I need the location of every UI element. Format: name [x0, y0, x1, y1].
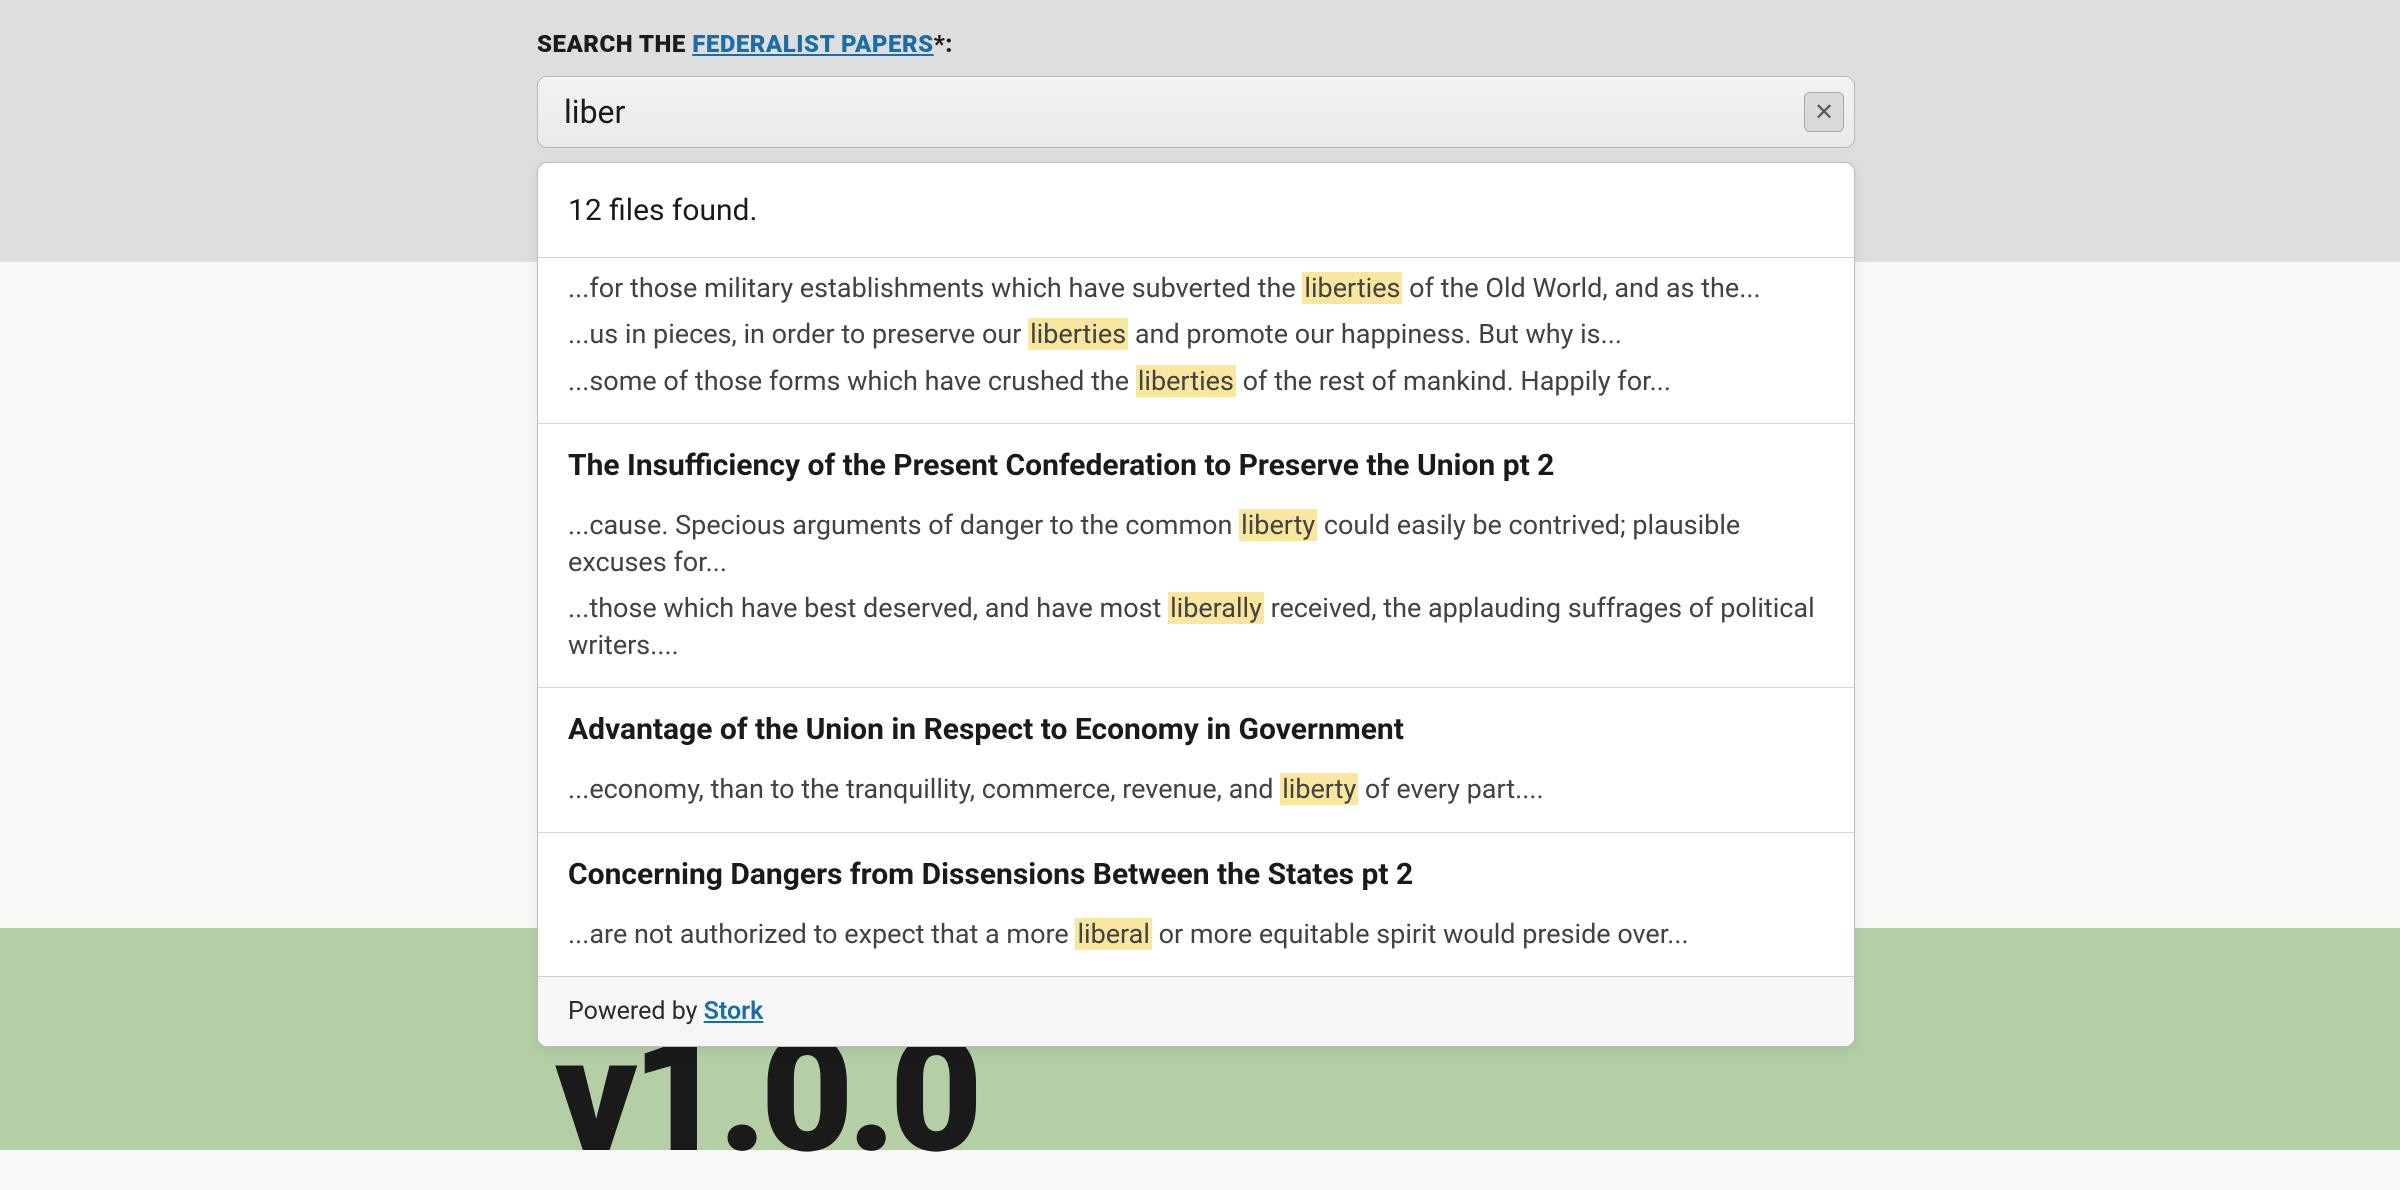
federalist-papers-link[interactable]: FEDERALIST PAPERS	[692, 30, 933, 58]
excerpt-before: ...are not authorized to expect that a m…	[568, 918, 1075, 950]
results-list: ...for those military establishments whi…	[538, 258, 1854, 976]
result-title: The Insufficiency of the Present Confede…	[568, 448, 1824, 483]
clear-button[interactable]: ✕	[1804, 92, 1844, 132]
search-label-prefix: SEARCH THE	[537, 30, 692, 58]
excerpt-highlight: liberty	[1280, 773, 1358, 805]
search-input-wrapper: ✕	[537, 76, 1855, 148]
excerpt-after: of the Old World, and as the...	[1402, 272, 1760, 304]
result-item[interactable]: Concerning Dangers from Dissensions Betw…	[538, 833, 1854, 976]
footer-prefix: Powered by	[568, 997, 704, 1026]
stork-link[interactable]: Stork	[704, 997, 764, 1026]
excerpt-highlight: liberties	[1302, 272, 1402, 304]
excerpt-after: of the rest of mankind. Happily for...	[1236, 365, 1671, 397]
result-excerpt: ...economy, than to the tranquillity, co…	[568, 771, 1824, 807]
excerpt-after: and promote our happiness. But why is...	[1128, 318, 1622, 350]
result-title: Concerning Dangers from Dissensions Betw…	[568, 857, 1824, 892]
results-count-header: 12 files found.	[538, 163, 1854, 258]
search-label-suffix: *:	[934, 30, 953, 58]
result-excerpt: ...are not authorized to expect that a m…	[568, 916, 1824, 952]
excerpt-before: ...for those military establishments whi…	[568, 272, 1302, 304]
result-excerpt: ...those which have best deserved, and h…	[568, 590, 1824, 663]
excerpt-highlight: liberally	[1168, 592, 1264, 624]
close-icon: ✕	[1814, 98, 1834, 126]
excerpt-before: ...economy, than to the tranquillity, co…	[568, 773, 1280, 805]
excerpt-before: ...those which have best deserved, and h…	[568, 592, 1168, 624]
result-excerpt: ...us in pieces, in order to preserve ou…	[568, 316, 1824, 352]
excerpt-highlight: liberal	[1075, 918, 1151, 950]
result-excerpt: ...some of those forms which have crushe…	[568, 363, 1824, 399]
result-title: Advantage of the Union in Respect to Eco…	[568, 712, 1824, 747]
search-container: SEARCH THE FEDERALIST PAPERS*: ✕ 12 file…	[537, 30, 1855, 1047]
excerpt-before: ...some of those forms which have crushe…	[568, 365, 1136, 397]
result-excerpt: ...for those military establishments whi…	[568, 270, 1824, 306]
excerpt-highlight: liberties	[1136, 365, 1236, 397]
result-excerpt: ...cause. Specious arguments of danger t…	[568, 507, 1824, 580]
result-item[interactable]: The Insufficiency of the Present Confede…	[538, 424, 1854, 688]
excerpt-before: ...us in pieces, in order to preserve ou…	[568, 318, 1028, 350]
result-item[interactable]: ...for those military establishments whi…	[538, 258, 1854, 424]
excerpt-after: or more equitable spirit would preside o…	[1152, 918, 1689, 950]
results-panel: 12 files found. ...for those military es…	[537, 162, 1855, 1047]
search-input[interactable]	[564, 93, 1774, 131]
excerpt-highlight: liberty	[1239, 509, 1317, 541]
search-label: SEARCH THE FEDERALIST PAPERS*:	[537, 30, 1855, 58]
excerpt-after: of every part....	[1358, 773, 1543, 805]
results-footer: Powered by Stork	[538, 976, 1854, 1046]
result-item[interactable]: Advantage of the Union in Respect to Eco…	[538, 688, 1854, 832]
excerpt-before: ...cause. Specious arguments of danger t…	[568, 509, 1239, 541]
excerpt-highlight: liberties	[1028, 318, 1128, 350]
